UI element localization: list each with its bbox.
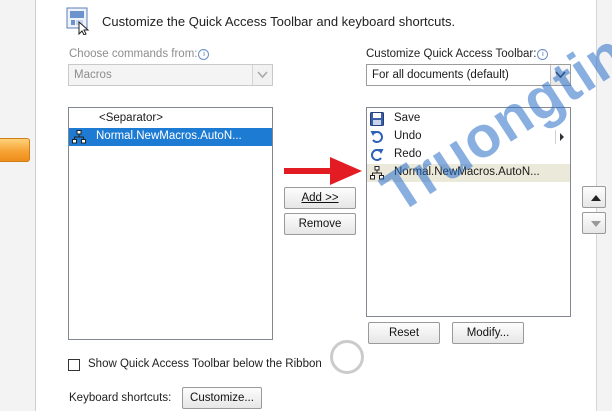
macro-icon [72, 130, 86, 147]
list-item[interactable]: <Separator> [69, 110, 272, 128]
modify-button[interactable]: Modify... [452, 322, 524, 344]
move-up-button[interactable] [582, 186, 606, 208]
left-nav-tab[interactable] [0, 138, 30, 162]
undo-icon [370, 130, 384, 147]
left-panel-strip [0, 0, 36, 411]
customize-button[interactable]: Customize... [182, 387, 262, 409]
move-down-button[interactable] [582, 212, 606, 234]
combo-value: For all documents (default) [372, 69, 509, 81]
chevron-down-icon[interactable] [252, 65, 272, 85]
dialog-title: Customize the Quick Access Toolbar and k… [102, 14, 456, 29]
save-icon [370, 112, 384, 129]
keyboard-shortcuts-label: Keyboard shortcuts: [69, 392, 172, 404]
remove-button[interactable]: Remove [284, 213, 356, 235]
customize-toolbar-label: Customize Quick Access Toolbar: i [366, 48, 549, 60]
reset-button[interactable]: Reset [368, 322, 440, 344]
triangle-up-icon [591, 195, 601, 201]
combo-value: Macros [74, 69, 112, 81]
red-arrow-icon [284, 153, 364, 189]
list-item[interactable]: Normal.NewMacros.AutoN... [69, 128, 272, 146]
quick-access-toolbar-icon [66, 7, 92, 36]
triangle-down-icon [591, 221, 601, 227]
info-icon: i [198, 49, 210, 60]
choose-commands-label: Choose commands from: i [69, 48, 210, 60]
show-below-ribbon-checkbox[interactable] [68, 359, 80, 371]
watermark-logo-icon [330, 340, 364, 374]
choose-commands-combo[interactable]: Macros [68, 64, 273, 86]
show-below-ribbon-label: Show Quick Access Toolbar below the Ribb… [88, 358, 322, 370]
chevron-right-icon[interactable] [555, 130, 567, 144]
add-button[interactable]: Add >> [284, 187, 356, 209]
commands-listbox[interactable]: <Separator> Normal.NewMacros.AutoN... [68, 107, 273, 340]
